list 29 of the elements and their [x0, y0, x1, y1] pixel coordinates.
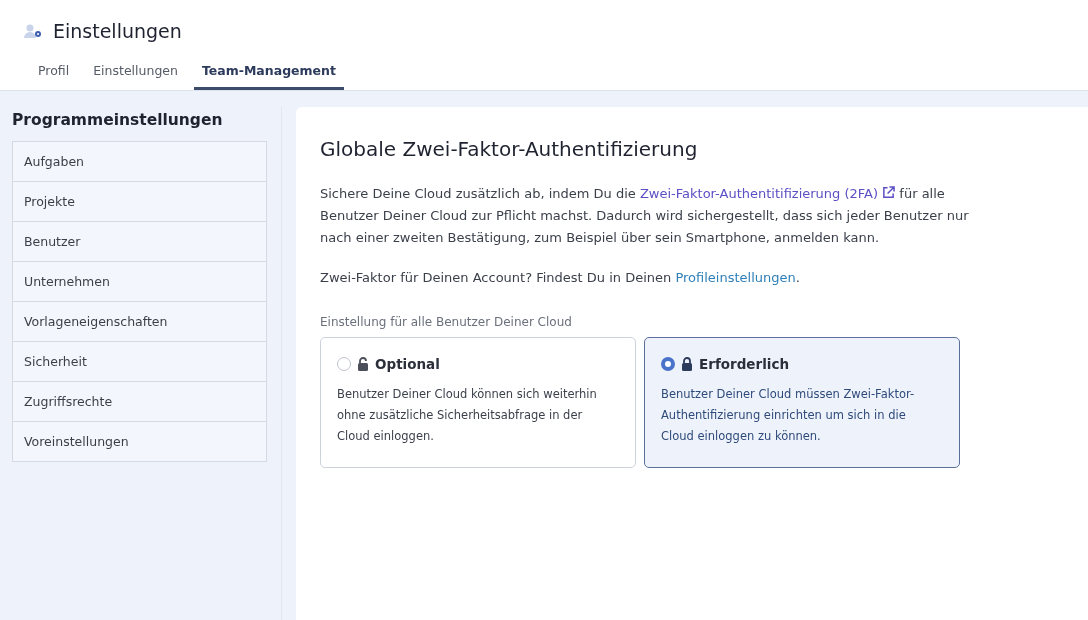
- radio-button[interactable]: [337, 357, 351, 371]
- sidebar-item[interactable]: Aufgaben: [13, 142, 266, 181]
- external-link-icon: [882, 186, 896, 199]
- user-settings-icon: [24, 23, 44, 39]
- tab[interactable]: Profil: [30, 58, 78, 90]
- sidebar-item[interactable]: Sicherheit: [13, 341, 266, 381]
- sidebar-item[interactable]: Unternehmen: [13, 261, 266, 301]
- profile-settings-link[interactable]: Profileinstellungen: [675, 270, 796, 285]
- external-link[interactable]: Zwei-Faktor-Authentitifizierung (2FA): [639, 186, 896, 201]
- sidebar-item[interactable]: Zugriffsrechte: [13, 381, 266, 421]
- option-title: Optional: [375, 356, 440, 372]
- sidebar-item[interactable]: Benutzer: [13, 221, 266, 261]
- page-title: Einstellungen: [53, 20, 182, 42]
- sidebar-item[interactable]: Voreinstellungen: [13, 421, 266, 461]
- option-card[interactable]: Erforderlich Benutzer Deiner Cloud müssen Zwei-Faktor-Authentifizierung einrichten um sich in die Cloud einloggen zu können.: [644, 337, 960, 468]
- option-description: Benutzer Deiner Cloud können sich weiterhin ohne zusätzliche Sicherheitsabfrage in der Cloud einloggen.: [337, 386, 598, 445]
- sidebar-title: Programmeinstellungen: [12, 111, 224, 129]
- sidebar-item[interactable]: Projekte: [13, 181, 266, 221]
- option-title: Erforderlich: [699, 356, 790, 372]
- radio-button[interactable]: [661, 357, 675, 371]
- section-heading: Globale Zwei-Faktor-Authentifizierung: [320, 137, 699, 161]
- option-card[interactable]: Optional Benutzer Deiner Cloud können sich weiterhin ohne zusätzliche Sicherheitsabfrage in der Cloud einloggen.: [320, 337, 636, 468]
- intro-paragraph: Sichere Deine Cloud zusätzlich ab, indem Du die Zwei-Faktor-Authentitifizierung (2FA) für alle Benutzer Deiner Cloud zur Pflicht machst. Dadurch wird sichergestellt, dass sich jeder Benutzer nur nach einer zweiten Bestätigung, zum Beispiel über sein Smartphone, anmelden kann.: [320, 185, 970, 247]
- tab[interactable]: Einstellungen: [85, 58, 186, 90]
- account-note: Zwei-Faktor für Deinen Account? Findest Du in Deinen Profileinstellungen.: [320, 269, 801, 287]
- options-label: Einstellung für alle Benutzer Deiner Cloud: [320, 315, 573, 329]
- tab[interactable]: Team-Management: [193, 58, 344, 90]
- option-description: Benutzer Deiner Cloud müssen Zwei-Faktor-Authentifizierung einrichten um sich in die Cloud einloggen zu können.: [661, 386, 916, 445]
- sidebar-item[interactable]: Vorlageneigenschaften: [13, 301, 266, 341]
